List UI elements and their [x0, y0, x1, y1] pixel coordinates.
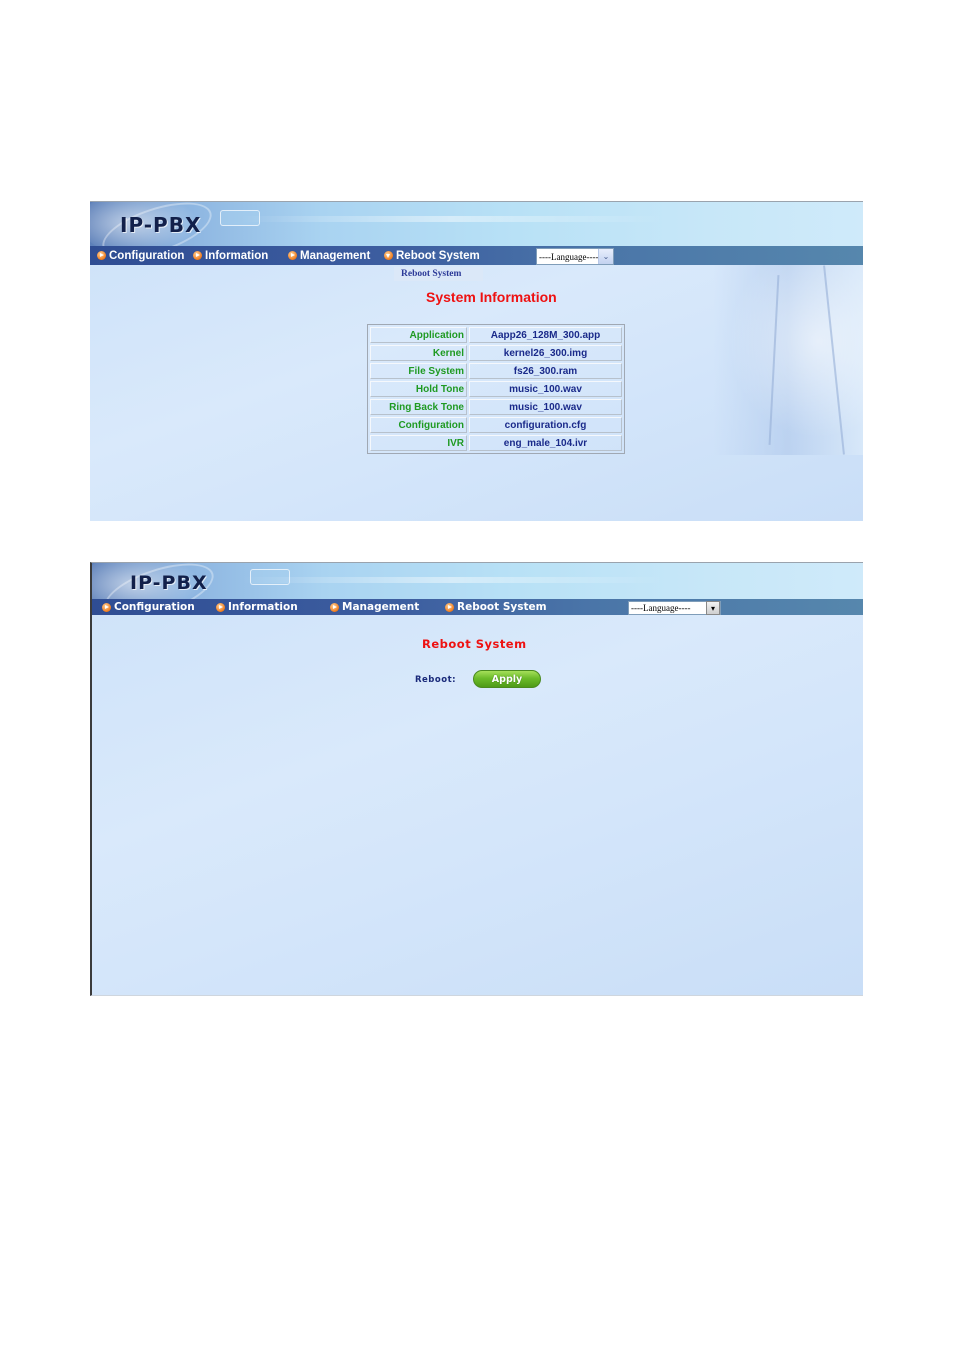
arrow-right-bullet-icon — [216, 602, 225, 612]
info-value: fs26_300.ram — [469, 363, 622, 379]
arrow-right-bullet-icon — [445, 602, 454, 612]
info-label: Kernel — [370, 345, 467, 361]
info-label: Application — [370, 327, 467, 343]
system-information-screenshot: IP-PBX Configuration Information Managem… — [90, 201, 863, 521]
table-row: File System fs26_300.ram — [370, 363, 622, 379]
nav-label: Configuration — [109, 249, 185, 262]
table-row: Configuration configuration.cfg — [370, 417, 622, 433]
info-value: Aapp26_128M_300.app — [469, 327, 622, 343]
nav-information[interactable]: Information — [193, 246, 268, 265]
arrow-right-bullet-icon — [330, 602, 339, 612]
chevron-down-icon[interactable]: ▾ — [706, 601, 720, 615]
table-row: Ring Back Tone music_100.wav — [370, 399, 622, 415]
chevron-down-icon[interactable]: ⌄ — [598, 249, 613, 264]
arrow-right-bullet-icon — [193, 251, 202, 260]
info-value: music_100.wav — [469, 381, 622, 397]
arrow-right-bullet-icon — [97, 251, 106, 260]
info-value: kernel26_300.img — [469, 345, 622, 361]
nav-label: Reboot System — [457, 601, 547, 613]
nav-label: Management — [300, 249, 371, 262]
logo: IP-PBX — [120, 213, 202, 237]
nav-configuration[interactable]: Configuration — [102, 599, 195, 615]
nav-reboot-system[interactable]: Reboot System — [384, 246, 480, 265]
nav-management[interactable]: Management — [288, 246, 370, 265]
language-select[interactable]: ----Language---- ▾ — [628, 601, 721, 615]
nav-bar: Configuration Information Management Reb… — [92, 599, 863, 615]
language-select-value: ----Language---- — [539, 251, 598, 262]
reboot-system-screenshot: IP-PBX Configuration Information Managem… — [90, 562, 863, 996]
logo: IP-PBX — [130, 572, 208, 594]
nav-configuration[interactable]: Configuration — [97, 246, 184, 265]
table-row: IVR eng_male_104.ivr — [370, 435, 622, 451]
info-value: music_100.wav — [469, 399, 622, 415]
info-label: IVR — [370, 435, 467, 451]
nav-information[interactable]: Information — [216, 599, 298, 615]
info-value: eng_male_104.ivr — [469, 435, 622, 451]
system-info-table: Application Aapp26_128M_300.app Kernel ker… — [367, 324, 625, 454]
nav-reboot-system[interactable]: Reboot System — [445, 599, 547, 615]
reboot-label: Reboot: — [415, 675, 457, 685]
info-label: File System — [370, 363, 467, 379]
nav-label: Information — [205, 249, 269, 262]
header-banner: IP-PBX — [90, 202, 863, 246]
info-label: Hold Tone — [370, 381, 467, 397]
arrow-down-bullet-icon — [384, 251, 393, 260]
page-title: Reboot System — [422, 637, 527, 651]
nav-label: Management — [342, 601, 420, 613]
info-label: Configuration — [370, 417, 467, 433]
banner-streak-decoration — [240, 216, 663, 222]
info-label: Ring Back Tone — [370, 399, 467, 415]
table-row: Kernel kernel26_300.img — [370, 345, 622, 361]
header-banner: IP-PBX — [92, 563, 863, 599]
nav-label: Reboot System — [396, 249, 480, 262]
page-title: System Information — [426, 289, 557, 305]
background-decoration — [713, 265, 863, 455]
table-row: Hold Tone music_100.wav — [370, 381, 622, 397]
language-select[interactable]: ----Language---- ⌄ — [536, 248, 614, 265]
arrow-right-bullet-icon — [102, 602, 111, 612]
apply-button[interactable]: Apply — [473, 670, 541, 688]
info-value: configuration.cfg — [469, 417, 622, 433]
nav-bar: Configuration Information Management Reb… — [90, 246, 863, 265]
language-select-value: ----Language---- — [631, 603, 691, 613]
nav-management[interactable]: Management — [330, 599, 419, 615]
table-row: Application Aapp26_128M_300.app — [370, 327, 622, 343]
arrow-right-bullet-icon — [288, 251, 297, 260]
banner-streak-decoration — [242, 577, 663, 583]
nav-label: Information — [228, 601, 298, 613]
submenu-item-reboot-system[interactable]: Reboot System — [394, 267, 483, 281]
nav-label: Configuration — [114, 601, 195, 613]
